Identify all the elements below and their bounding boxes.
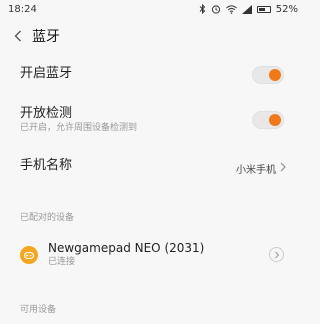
bluetooth-switch[interactable] [252, 66, 284, 84]
device-status: 已连接 [48, 257, 76, 267]
visibility-description: 已开启，允许周围设备检测到 [20, 123, 138, 133]
visibility-label: 开放检测 [20, 106, 73, 121]
battery-percent: 52% [275, 3, 298, 15]
page-header: 蓝牙 [0, 20, 304, 52]
paired-device-row[interactable]: Newgamepad NEO (2031) 已连接 [0, 238, 304, 274]
chevron-left-icon [14, 30, 21, 42]
gamepad-icon [20, 246, 38, 264]
device-details-button[interactable] [269, 247, 284, 262]
signal-icon [241, 4, 252, 14]
battery-fill [258, 7, 265, 11]
phone-name-value: 小米手机 [236, 165, 276, 176]
alarm-icon [211, 4, 221, 14]
back-button[interactable] [4, 20, 32, 52]
visibility-toggle-row[interactable]: 开放检测 已开启，允许周围设备检测到 [0, 102, 304, 138]
bluetooth-settings-screen: 18:24 52% 蓝牙 开启蓝牙 开放检测 已开启，允许周围设备检测到 手机名… [0, 0, 304, 324]
device-name: Newgamepad NEO (2031) [48, 241, 205, 255]
available-devices-header: 可用设备 [20, 305, 57, 315]
battery-icon [256, 5, 271, 13]
status-time: 18:24 [8, 3, 37, 15]
bluetooth-label: 开启蓝牙 [20, 66, 73, 81]
chevron-right-icon [280, 162, 286, 172]
bluetooth-icon [199, 4, 206, 14]
status-bar: 18:24 52% [0, 0, 304, 18]
switch-knob [269, 69, 281, 81]
page-title: 蓝牙 [32, 29, 60, 45]
chevron-right-icon [274, 251, 279, 258]
switch-knob [269, 114, 281, 126]
wifi-icon [225, 4, 237, 14]
status-icons: 52% [199, 4, 298, 15]
bluetooth-toggle-row[interactable]: 开启蓝牙 [0, 60, 304, 90]
phone-name-row[interactable]: 手机名称 小米手机 [0, 152, 304, 182]
visibility-switch[interactable] [252, 111, 284, 129]
paired-devices-header: 已配对的设备 [20, 213, 75, 223]
device-info: Newgamepad NEO (2031) 已连接 [48, 240, 204, 268]
